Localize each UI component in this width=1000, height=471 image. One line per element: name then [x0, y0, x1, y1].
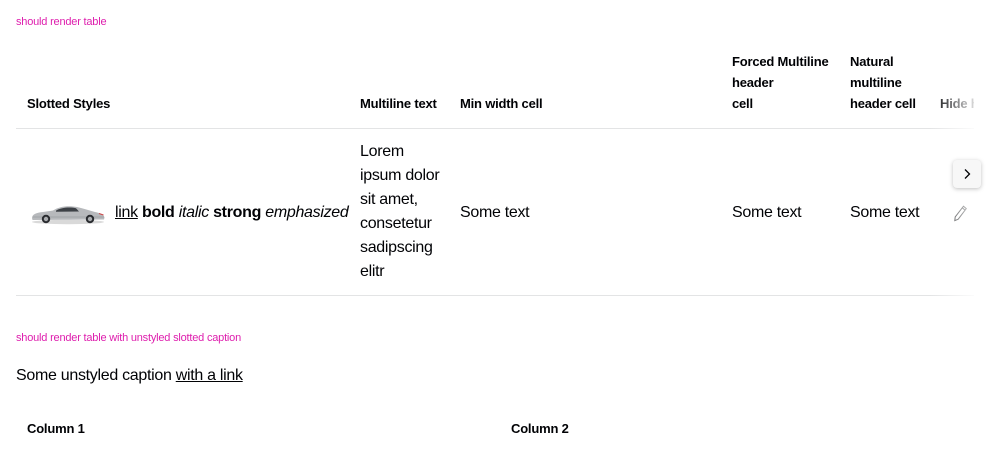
- header-forced-multiline-line-2: header: [732, 75, 774, 90]
- scroll-right-button[interactable]: [953, 160, 981, 188]
- multiline-text-cell: Lorem ipsum dolor sit amet, consetetur s…: [360, 143, 440, 280]
- slotted-styles-cell: link bold italic strong emphasized: [115, 201, 349, 225]
- table[interactable]: Slotted Styles Multiline text Min width …: [16, 52, 974, 296]
- header-multiline-text[interactable]: Multiline text: [360, 93, 437, 114]
- header-column-1[interactable]: Column 1: [27, 418, 85, 439]
- slotted-emphasized: emphasized: [265, 204, 349, 221]
- slotted-bold: bold: [141, 204, 175, 221]
- slotted-strong: strong: [213, 204, 262, 221]
- header-column-2[interactable]: Column 2: [511, 418, 569, 439]
- header-natural-multiline-line-1: Natural: [850, 54, 894, 69]
- header-forced-multiline-line-1: Forced Multiline: [732, 54, 829, 69]
- story-label-2: should render table with unstyled slotte…: [16, 332, 242, 344]
- header-slotted-styles[interactable]: Slotted Styles: [27, 93, 110, 114]
- chevron-right-icon: [964, 169, 971, 179]
- table-caption: Some unstyled caption with a link: [16, 364, 243, 388]
- header-forced-multiline[interactable]: Forced Multiline header cell: [732, 52, 829, 114]
- edit-icon[interactable]: [950, 203, 970, 223]
- min-width-cell: Some text: [460, 204, 530, 221]
- table-row: link bold italic strong emphasized Lorem…: [16, 129, 974, 296]
- header-hide-header[interactable]: Hide h: [940, 93, 974, 114]
- caption-text: Some unstyled caption: [16, 367, 176, 384]
- slotted-italic: italic: [178, 204, 210, 221]
- slotted-link[interactable]: link: [115, 204, 138, 221]
- natural-multiline-cell: Some text: [850, 204, 920, 221]
- header-natural-multiline-line-2: multiline: [850, 75, 902, 90]
- header-natural-multiline-line-3: header cell: [850, 96, 916, 111]
- header-natural-multiline[interactable]: Natural multiline header cell: [850, 52, 916, 114]
- table-head: Slotted Styles Multiline text Min width …: [16, 52, 974, 129]
- page: should render table Slotted Styles Multi…: [0, 0, 1000, 471]
- caption-link[interactable]: with a link: [176, 367, 243, 384]
- forced-multiline-cell: Some text: [732, 204, 802, 221]
- story-label: should render table: [16, 16, 107, 28]
- car-image: [32, 206, 105, 225]
- header-forced-multiline-line-3: cell: [732, 96, 753, 111]
- header-min-width-cell[interactable]: Min width cell: [460, 93, 543, 114]
